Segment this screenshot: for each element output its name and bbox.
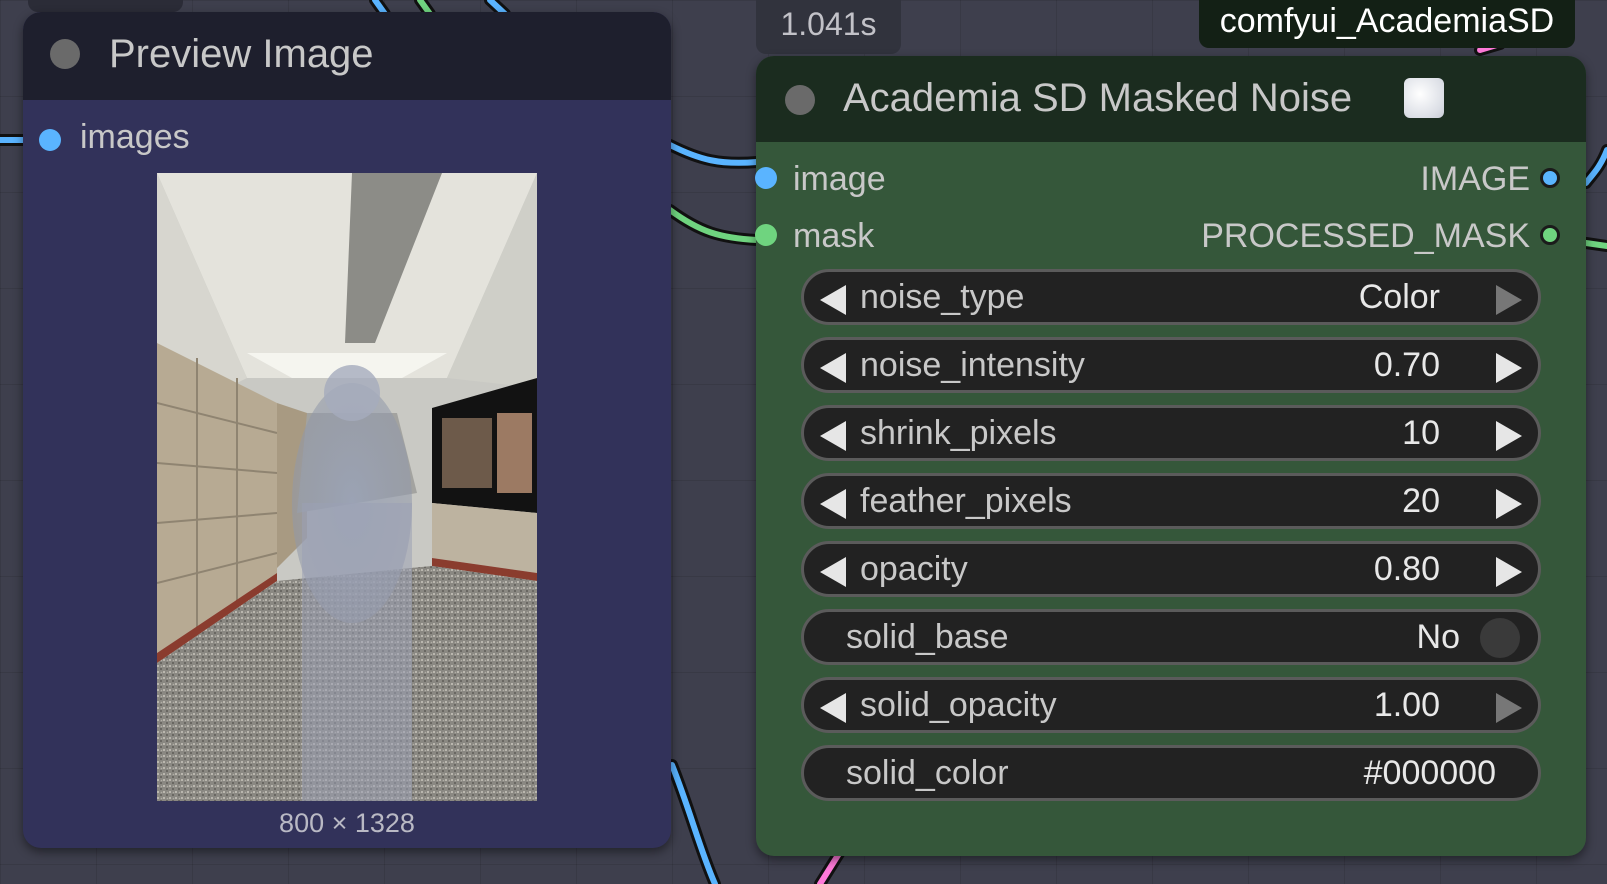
group-title-text: comfyui_AcademiaSD [1219, 2, 1555, 40]
execution-time-text: 1.041s [780, 6, 877, 42]
solid-color-label: solid_color [846, 754, 1009, 792]
increment-arrow-icon[interactable] [1496, 557, 1522, 587]
solid-opacity-stepper[interactable]: solid_opacity 1.00 [801, 677, 1541, 733]
node-badge-icon [1404, 78, 1444, 118]
collapse-dot-icon[interactable] [50, 39, 80, 69]
increment-arrow-icon[interactable] [1496, 285, 1522, 315]
execution-time-badge: 1.041s [756, 0, 901, 54]
feather-pixels-value: 20 [1402, 482, 1440, 520]
partial-node-tab [28, 0, 183, 12]
noise-intensity-value: 0.70 [1373, 346, 1440, 384]
collapse-dot-icon[interactable] [785, 85, 815, 115]
solid-base-toggle[interactable]: solid_base No [801, 609, 1541, 665]
noise-type-label: noise_type [860, 278, 1025, 316]
preview-image [157, 173, 537, 801]
decrement-arrow-icon[interactable] [820, 693, 846, 723]
image-dimensions: 800 × 1328 [279, 808, 415, 838]
feather-pixels-stepper[interactable]: feather_pixels 20 [801, 473, 1541, 529]
solid-base-value: No [1416, 618, 1460, 656]
noise-type-value: Color [1358, 278, 1440, 316]
decrement-arrow-icon[interactable] [820, 285, 846, 315]
opacity-stepper[interactable]: opacity 0.80 [801, 541, 1541, 597]
decrement-arrow-icon[interactable] [820, 557, 846, 587]
image-input-slot[interactable] [755, 167, 777, 189]
processed-mask-output-slot[interactable] [1540, 225, 1560, 245]
increment-arrow-icon[interactable] [1496, 421, 1522, 451]
mask-input-slot[interactable] [755, 224, 777, 246]
image-input-label: image [793, 160, 886, 198]
feather-pixels-label: feather_pixels [860, 482, 1072, 520]
opacity-value: 0.80 [1373, 550, 1440, 588]
increment-arrow-icon[interactable] [1496, 693, 1522, 723]
group-title-badge[interactable]: comfyui_AcademiaSD [1199, 0, 1575, 48]
node-header[interactable]: Academia SD Masked Noise [756, 56, 1586, 142]
decrement-arrow-icon[interactable] [820, 353, 846, 383]
increment-arrow-icon[interactable] [1496, 489, 1522, 519]
hallway-photo-icon [157, 173, 537, 801]
solid-color-field[interactable]: solid_color #000000 [801, 745, 1541, 801]
solid-base-label: solid_base [846, 618, 1009, 656]
images-input-slot[interactable] [39, 129, 61, 151]
solid-opacity-label: solid_opacity [860, 686, 1057, 724]
images-input-label: images [80, 118, 190, 156]
node-header[interactable]: Preview Image [23, 12, 671, 100]
image-output-label: IMAGE [1420, 160, 1530, 198]
mask-input-label: mask [793, 217, 875, 255]
shrink-pixels-label: shrink_pixels [860, 414, 1057, 452]
node-title: Preview Image [109, 32, 374, 76]
increment-arrow-icon[interactable] [1496, 353, 1522, 383]
solid-color-value: #000000 [1363, 754, 1496, 792]
toggle-knob-icon[interactable] [1480, 618, 1520, 658]
solid-opacity-value: 1.00 [1373, 686, 1440, 724]
preview-image-node[interactable]: Preview Image images 800 × 1328 [23, 12, 671, 848]
masked-noise-node[interactable]: Academia SD Masked Noise image IMAGE mas… [755, 56, 1586, 856]
opacity-label: opacity [860, 550, 968, 588]
shrink-pixels-value: 10 [1402, 414, 1440, 452]
node-title: Academia SD Masked Noise [843, 76, 1353, 120]
decrement-arrow-icon[interactable] [820, 489, 846, 519]
noise-type-combo[interactable]: noise_type Color [801, 269, 1541, 325]
shrink-pixels-stepper[interactable]: shrink_pixels 10 [801, 405, 1541, 461]
noise-intensity-stepper[interactable]: noise_intensity 0.70 [801, 337, 1541, 393]
decrement-arrow-icon[interactable] [820, 421, 846, 451]
processed-mask-output-label: PROCESSED_MASK [1201, 217, 1530, 255]
noise-intensity-label: noise_intensity [860, 346, 1085, 384]
image-output-slot[interactable] [1540, 168, 1560, 188]
